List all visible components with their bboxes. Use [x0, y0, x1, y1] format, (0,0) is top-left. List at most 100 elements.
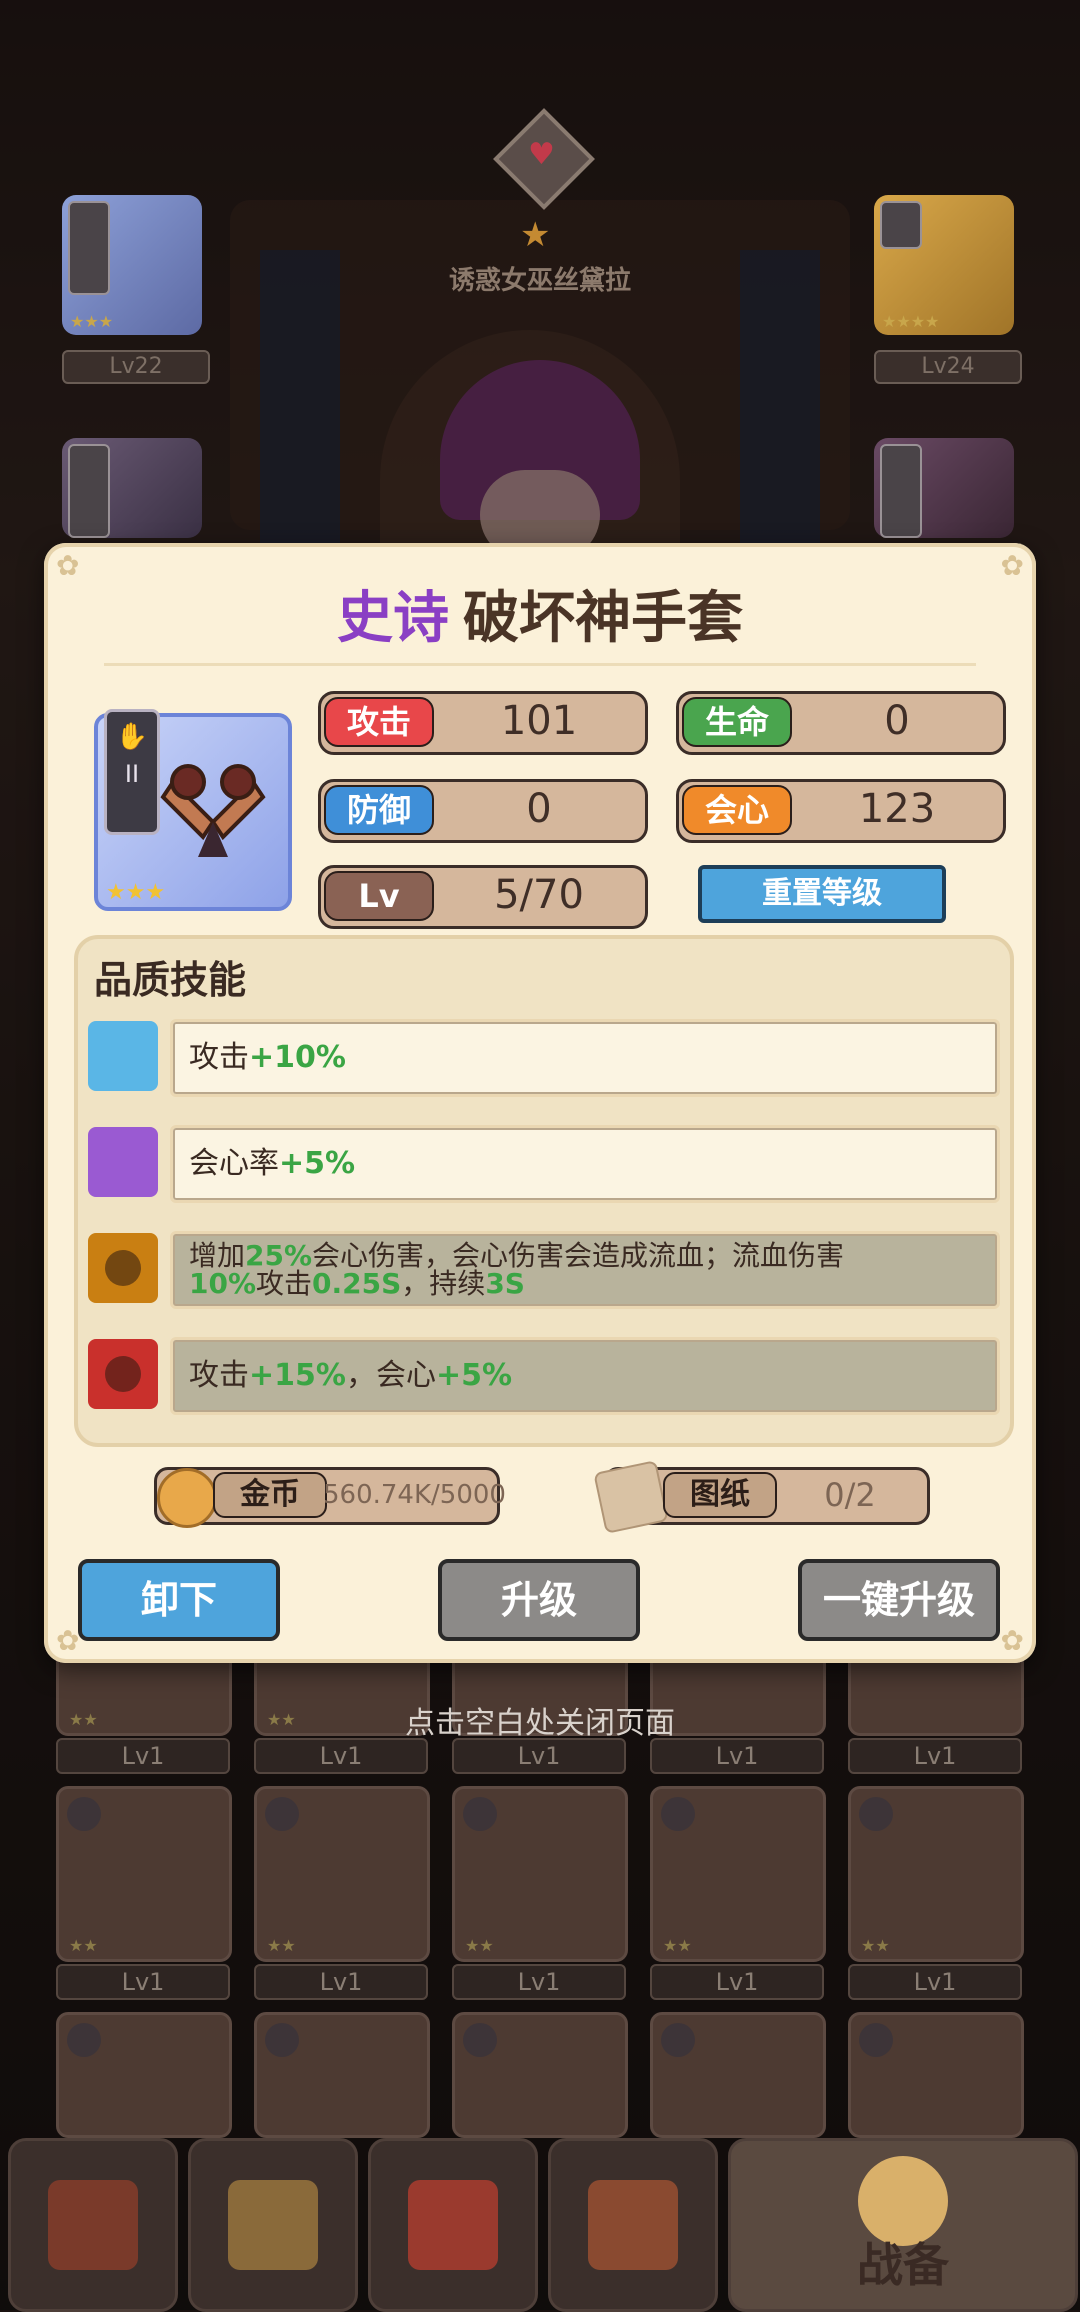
- inventory-item[interactable]: [56, 2012, 232, 2138]
- nav-banner[interactable]: [368, 2138, 538, 2312]
- corner-ornament-icon: ✿: [56, 1624, 80, 1657]
- stat-label: 会心: [682, 785, 792, 835]
- blueprint-label: 图纸: [663, 1472, 777, 1518]
- inventory-item[interactable]: [848, 2012, 1024, 2138]
- skill-box: 攻击+10%: [170, 1019, 1000, 1097]
- slot-level: Lv22: [62, 350, 210, 384]
- skill-text: 攻击+10%: [189, 1040, 346, 1075]
- reset-level-button[interactable]: 重置等级: [698, 865, 946, 923]
- equip-slot-armor[interactable]: ★★★★: [874, 195, 1014, 335]
- skill-row-locked: 攻击+15%，会心+5%: [88, 1337, 1000, 1415]
- quality-swatch-blue: [88, 1021, 158, 1091]
- inventory-level: Lv1: [848, 1964, 1022, 2000]
- nav-book[interactable]: [548, 2138, 718, 2312]
- stat-label: 攻击: [324, 697, 434, 747]
- skills-title: 品质技能: [94, 958, 247, 1002]
- inventory-item[interactable]: [254, 2012, 430, 2138]
- equip-slot-helmet[interactable]: [874, 438, 1014, 538]
- inventory-level: Lv1: [56, 1964, 230, 2000]
- book-icon: [588, 2180, 678, 2270]
- inventory-item[interactable]: [650, 2012, 826, 2138]
- unequip-button[interactable]: 卸下: [78, 1559, 280, 1641]
- nav-equipment[interactable]: 战备: [728, 2138, 1078, 2312]
- skill-text: 增加25%会心伤害，会心伤害会造成流血；流血伤害 10%攻击0.25S，持续3S: [189, 1239, 845, 1300]
- close-hint: 点击空白处关闭页面: [405, 1706, 675, 1741]
- rank-star-icon: ★: [520, 215, 551, 255]
- skill-box: 会心率+5%: [170, 1125, 1000, 1203]
- stat-label: 防御: [324, 785, 434, 835]
- nav-treasure[interactable]: [8, 2138, 178, 2312]
- tier-badge-icon: [68, 444, 110, 538]
- upgrade-button[interactable]: 升级: [438, 1559, 640, 1641]
- inventory-level: Lv1: [452, 1738, 626, 1774]
- equip-slot-weapon[interactable]: ★★★: [62, 195, 202, 335]
- stat-value: 0: [526, 786, 552, 832]
- nav-trophy[interactable]: [188, 2138, 358, 2312]
- inventory-item[interactable]: ★★: [650, 1786, 826, 1962]
- nav-equipment-label: 战备: [857, 2238, 949, 2292]
- inventory-item[interactable]: ★★: [56, 1786, 232, 1962]
- treasure-chest-icon: [48, 2180, 138, 2270]
- stat-defense: 防御 0: [318, 779, 648, 843]
- weapon-type-icon: [67, 1797, 101, 1831]
- trophy-icon: [228, 2180, 318, 2270]
- helmet-type-icon: [463, 2023, 497, 2057]
- item-name: 破坏神手套: [463, 586, 743, 651]
- stat-attack: 攻击 101: [318, 691, 648, 755]
- gold-coin-icon: [157, 1468, 217, 1528]
- stat-value: 0: [884, 698, 910, 744]
- stat-value: 101: [500, 698, 578, 744]
- stat-label: 生命: [682, 697, 792, 747]
- quality-skills-panel: 品质技能 攻击+10% 会心率+5% 增加25%会心伤害，会心伤害会造成流血；流…: [74, 935, 1014, 1447]
- stat-label: Lv: [324, 871, 434, 921]
- skill-row: 会心率+5%: [88, 1125, 1000, 1203]
- inventory-item[interactable]: ★★: [848, 1786, 1024, 1962]
- gauntlet-icon: [160, 764, 266, 857]
- slot-stars: ★★★★: [882, 312, 940, 331]
- skill-text: 会心率+5%: [189, 1146, 356, 1181]
- tier-badge-icon: [880, 444, 922, 538]
- item-quality: 史诗: [337, 586, 449, 651]
- inventory-level: Lv1: [254, 1964, 428, 2000]
- inventory-level: Lv1: [650, 1738, 824, 1774]
- tier-badge: ✋ II: [104, 709, 160, 835]
- blueprint-value: 0/2: [824, 1476, 876, 1514]
- corner-ornament-icon: ✿: [1000, 1624, 1024, 1657]
- gloves-type-icon: [859, 2023, 893, 2057]
- stat-hp: 生命 0: [676, 691, 1006, 755]
- skill-text: 攻击+15%，会心+5%: [189, 1358, 513, 1393]
- equipment-detail-modal: ✿ ✿ ✿ ✿ 史诗 破坏神手套 ✋ II ★★★ 攻击 101 生命 0 防御 …: [44, 543, 1036, 1663]
- glove-type-icon: ✋: [115, 722, 149, 752]
- stat-crit: 会心 123: [676, 779, 1006, 843]
- divider: [104, 663, 976, 666]
- gloves-type-icon: [661, 2023, 695, 2057]
- armor-type-icon: [859, 1797, 893, 1831]
- slot-level: Lv24: [874, 350, 1022, 384]
- weapon-type-icon: [265, 1797, 299, 1831]
- stat-level: Lv 5/70: [318, 865, 648, 929]
- inventory-level: Lv1: [56, 1738, 230, 1774]
- armor-type-icon: [463, 1797, 497, 1831]
- stat-value: 5/70: [494, 872, 584, 918]
- tier-badge-icon: [880, 201, 922, 249]
- gold-value: 560.74K/5000: [323, 1480, 506, 1510]
- inventory-item[interactable]: ★★: [254, 1786, 430, 1962]
- one-key-upgrade-button[interactable]: 一键升级: [798, 1559, 1000, 1641]
- skill-box: 增加25%会心伤害，会心伤害会造成流血；流血伤害 10%攻击0.25S，持续3S: [170, 1231, 1000, 1309]
- stat-value: 123: [858, 786, 936, 832]
- equip-slot-gloves[interactable]: [62, 438, 202, 538]
- quality-swatch-red: [88, 1339, 158, 1409]
- skill-row-locked: 增加25%会心伤害，会心伤害会造成流血；流血伤害 10%攻击0.25S，持续3S: [88, 1231, 1000, 1309]
- inventory-level: Lv1: [848, 1738, 1022, 1774]
- inventory-item[interactable]: ★★: [452, 1786, 628, 1962]
- helmet-type-icon: [67, 2023, 101, 2057]
- rank-emblem-icon: ♥: [490, 105, 595, 210]
- inventory-item[interactable]: [452, 2012, 628, 2138]
- gold-resource: 金币 560.74K/5000: [154, 1467, 506, 1528]
- slot-stars: ★★★: [70, 312, 114, 331]
- skill-row: 攻击+10%: [88, 1019, 1000, 1097]
- quality-swatch-purple: [88, 1127, 158, 1197]
- inventory-level: Lv1: [254, 1738, 428, 1774]
- lock-icon: [105, 1250, 141, 1286]
- inventory-level: Lv1: [650, 1964, 824, 2000]
